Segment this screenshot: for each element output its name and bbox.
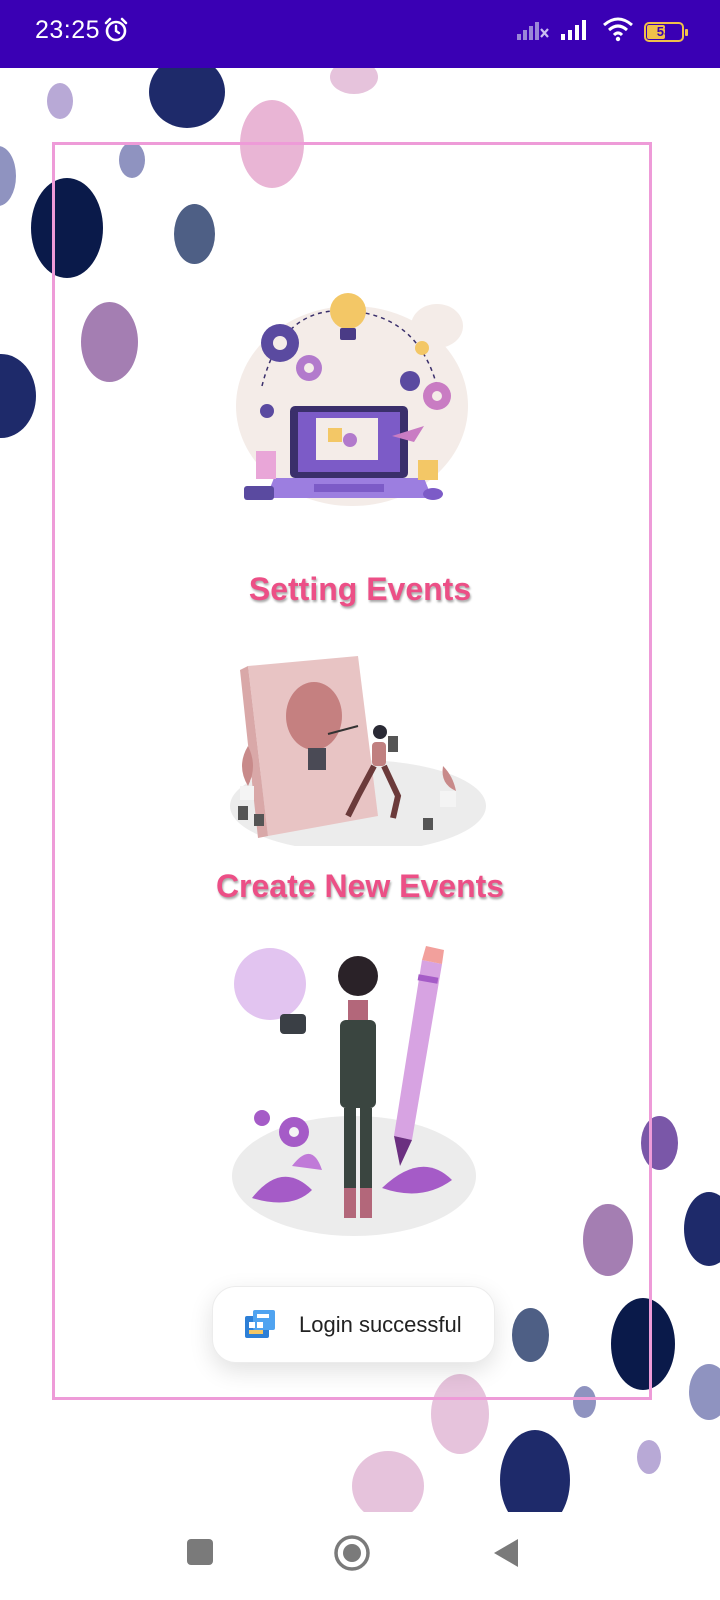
status-bar: 23:25 53 [0, 0, 720, 68]
decor-dot [47, 83, 73, 119]
decor-dot [330, 68, 378, 94]
status-time: 23:25 [35, 16, 101, 44]
wifi-icon [602, 16, 634, 47]
home-button[interactable] [333, 1534, 371, 1577]
decor-dot [0, 146, 16, 206]
decor-dot [352, 1451, 424, 1512]
main-content: Setting Events Create New Events Login s… [0, 68, 720, 1512]
woman-with-giant-pencil-illustration[interactable] [232, 940, 478, 1258]
menu-item-create-new-events[interactable]: Create New Events [0, 868, 720, 905]
navigation-bar [0, 1512, 720, 1600]
decor-dot [684, 1192, 720, 1266]
signal-icon [560, 17, 592, 46]
decor-dot [689, 1364, 720, 1420]
toast-notification: Login successful [212, 1286, 495, 1363]
decor-dot [500, 1430, 570, 1512]
decor-dot [0, 354, 36, 438]
woman-painting-lightbulb-illustration[interactable] [228, 656, 488, 852]
decor-dot [149, 68, 225, 128]
menu-item-setting-events[interactable]: Setting Events [0, 571, 720, 608]
app-icon [243, 1308, 277, 1342]
laptop-gears-lightbulb-illustration[interactable] [232, 286, 472, 518]
battery-level: 53 [656, 24, 672, 39]
recents-button[interactable] [186, 1538, 214, 1571]
decor-dot [637, 1440, 661, 1474]
signal-off-icon [516, 17, 550, 46]
battery-icon: 53 [644, 21, 688, 42]
toast-message: Login successful [299, 1311, 462, 1337]
alarm-icon [103, 17, 129, 48]
back-button[interactable] [492, 1538, 520, 1573]
